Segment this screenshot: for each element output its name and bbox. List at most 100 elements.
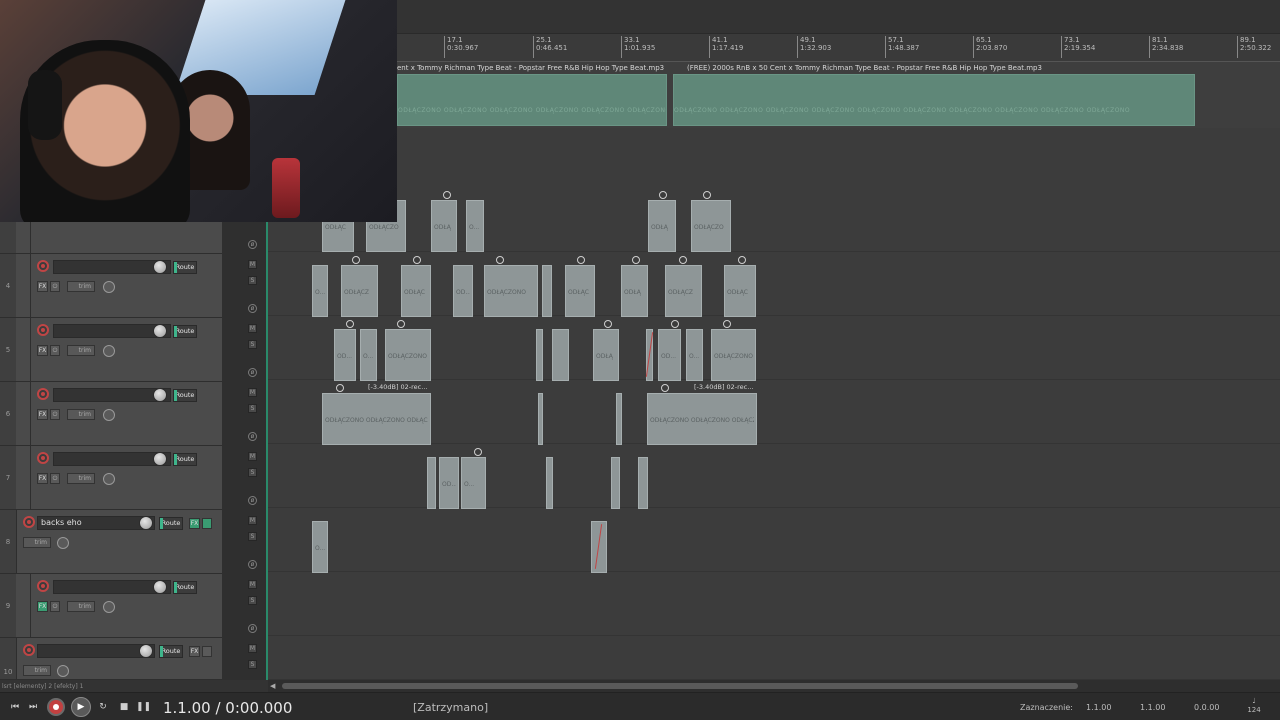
media-item[interactable] — [611, 457, 620, 509]
media-item[interactable]: ODŁĄCZONO ODŁĄCZONO ODŁĄCZONO ODŁĄCZONO … — [322, 393, 431, 445]
media-item[interactable]: ODŁĄCZO — [691, 200, 731, 252]
track-lane[interactable] — [268, 572, 1280, 636]
media-item[interactable]: ODŁĄCZONO — [385, 329, 431, 381]
beat-track-lane[interactable]: ent x Tommy Richman Type Beat - Popstar … — [397, 62, 1280, 128]
media-item[interactable]: ODŁĄ — [431, 200, 457, 252]
track-lane[interactable]: OD... O... ODŁĄCZONO ODŁĄ OD... O... ODŁ… — [268, 316, 1280, 381]
solo-button[interactable]: S — [248, 276, 257, 285]
record-arm-button[interactable] — [37, 388, 49, 400]
track-name-field[interactable]: backs eho — [37, 516, 155, 530]
go-to-end-icon[interactable]: ⏭ — [26, 700, 40, 714]
item-fx-icon[interactable] — [577, 256, 585, 264]
volume-knob[interactable] — [153, 580, 167, 594]
volume-knob[interactable] — [139, 644, 153, 658]
media-item[interactable] — [536, 329, 543, 381]
media-item[interactable] — [546, 457, 553, 509]
selection-start[interactable]: 1.1.00 — [1086, 703, 1111, 712]
fx-button[interactable]: FX — [37, 345, 48, 356]
record-arm-button[interactable] — [37, 324, 49, 336]
horizontal-scrollbar[interactable]: ◀ — [268, 680, 1280, 692]
arrange-view[interactable]: ODŁĄC ODŁĄCZO ODŁĄ O... ODŁĄ ODŁĄCZO O..… — [268, 128, 1280, 680]
volume-knob[interactable] — [139, 516, 153, 530]
fx-bypass-button[interactable]: ⏻ — [50, 601, 60, 612]
item-fx-icon[interactable] — [604, 320, 612, 328]
phase-icon[interactable]: ø — [248, 560, 257, 569]
fx-button[interactable]: FX — [189, 646, 200, 657]
play-button[interactable]: ▶ — [71, 697, 91, 717]
item-fx-icon[interactable] — [723, 320, 731, 328]
item-fx-icon[interactable] — [671, 320, 679, 328]
media-item[interactable]: ODŁĄCZ — [665, 265, 702, 317]
phase-icon[interactable]: ø — [248, 304, 257, 313]
track-lane[interactable]: ODŁĄC ODŁĄCZO ODŁĄ O... ODŁĄ ODŁĄCZO — [268, 188, 1280, 252]
pan-knob[interactable] — [57, 665, 69, 677]
mute-button[interactable]: M — [248, 516, 257, 525]
solo-button[interactable]: S — [248, 660, 257, 669]
mute-button[interactable]: M — [248, 260, 257, 269]
media-item[interactable] — [538, 393, 543, 445]
media-item[interactable] — [552, 329, 569, 381]
tempo-display[interactable]: ♩ 124 — [1244, 697, 1264, 715]
time-display[interactable]: 1.1.00 / 0:00.000 — [163, 699, 292, 717]
fx-button[interactable]: FX — [37, 601, 48, 612]
media-item[interactable]: ODŁĄCZONO ODŁĄCZONO ODŁĄCZONO ODŁĄCZONO … — [647, 393, 757, 445]
track-lane[interactable]: OD... O... — [268, 444, 1280, 509]
item-fx-icon[interactable] — [703, 191, 711, 199]
media-item[interactable]: OD... — [334, 329, 356, 381]
pause-icon[interactable]: ❚❚ — [136, 700, 151, 714]
track-header-9[interactable]: 9 Route FX ⏻ trim — [0, 574, 222, 638]
media-item[interactable]: O... — [461, 457, 486, 509]
media-item[interactable] — [616, 393, 622, 445]
fx-button[interactable]: FX — [189, 518, 200, 529]
item-fx-icon[interactable] — [443, 191, 451, 199]
media-item[interactable]: O... — [312, 521, 328, 573]
media-item[interactable]: ODŁĄCZONO — [484, 265, 538, 317]
fx-bypass-button[interactable]: ⏻ — [50, 409, 60, 420]
timeline-ruler[interactable]: 17.1 0:30.967 25.1 0:46.451 33.1 1:01.935 4… — [268, 34, 1280, 62]
record-arm-button[interactable] — [37, 580, 49, 592]
trim-button[interactable]: trim — [67, 601, 95, 612]
fx-bypass-button[interactable]: ⏻ — [50, 345, 60, 356]
stop-icon[interactable]: ■ — [117, 700, 131, 714]
pan-knob[interactable] — [103, 409, 115, 421]
selection-length[interactable]: 0.0.00 — [1194, 703, 1219, 712]
media-item[interactable]: ODŁĄ — [593, 329, 619, 381]
media-item[interactable] — [638, 457, 648, 509]
phase-icon[interactable]: ø — [248, 496, 257, 505]
media-item[interactable]: O... — [312, 265, 328, 317]
media-item[interactable]: OD... — [658, 329, 681, 381]
item-fx-icon[interactable] — [738, 256, 746, 264]
fx-bypass-button[interactable]: ⏻ — [50, 473, 60, 484]
loop-icon[interactable]: ↻ — [96, 700, 110, 714]
trim-button[interactable]: trim — [67, 473, 95, 484]
solo-button[interactable]: S — [248, 596, 257, 605]
scroll-left-icon[interactable]: ◀ — [270, 682, 275, 690]
pan-knob[interactable] — [103, 601, 115, 613]
media-item[interactable] — [542, 265, 552, 317]
item-fx-icon[interactable] — [413, 256, 421, 264]
fx-button[interactable]: FX — [37, 409, 48, 420]
item-fx-icon[interactable] — [352, 256, 360, 264]
media-item[interactable] — [646, 329, 653, 381]
pan-knob[interactable] — [103, 281, 115, 293]
volume-knob[interactable] — [153, 260, 167, 274]
volume-knob[interactable] — [153, 388, 167, 402]
phase-icon[interactable]: ø — [248, 240, 257, 249]
fx-bypass-button[interactable]: ⏻ — [50, 281, 60, 292]
track-header-4[interactable]: 4 Route FX ⏻ trim — [0, 254, 222, 318]
phase-icon[interactable]: ø — [248, 368, 257, 377]
track-lane[interactable]: [-3.40dB] 02-rec... [-3.40dB] 02-rec... … — [268, 380, 1280, 445]
item-fx-icon[interactable] — [474, 448, 482, 456]
solo-button[interactable]: S — [248, 532, 257, 541]
item-fx-icon[interactable] — [397, 320, 405, 328]
track-lane[interactable]: O... ODŁĄCZ ODŁĄC OD... ODŁĄCZONO ODŁĄC … — [268, 252, 1280, 317]
item-fx-icon[interactable] — [496, 256, 504, 264]
trim-button[interactable]: trim — [23, 537, 51, 548]
trim-button[interactable]: trim — [23, 665, 51, 676]
trim-button[interactable]: trim — [67, 281, 95, 292]
media-item[interactable]: ODŁĄCZONO — [711, 329, 756, 381]
volume-knob[interactable] — [153, 324, 167, 338]
fx-bypass-button[interactable] — [202, 646, 212, 657]
pan-knob[interactable] — [103, 473, 115, 485]
media-item[interactable]: ODŁĄC — [401, 265, 431, 317]
